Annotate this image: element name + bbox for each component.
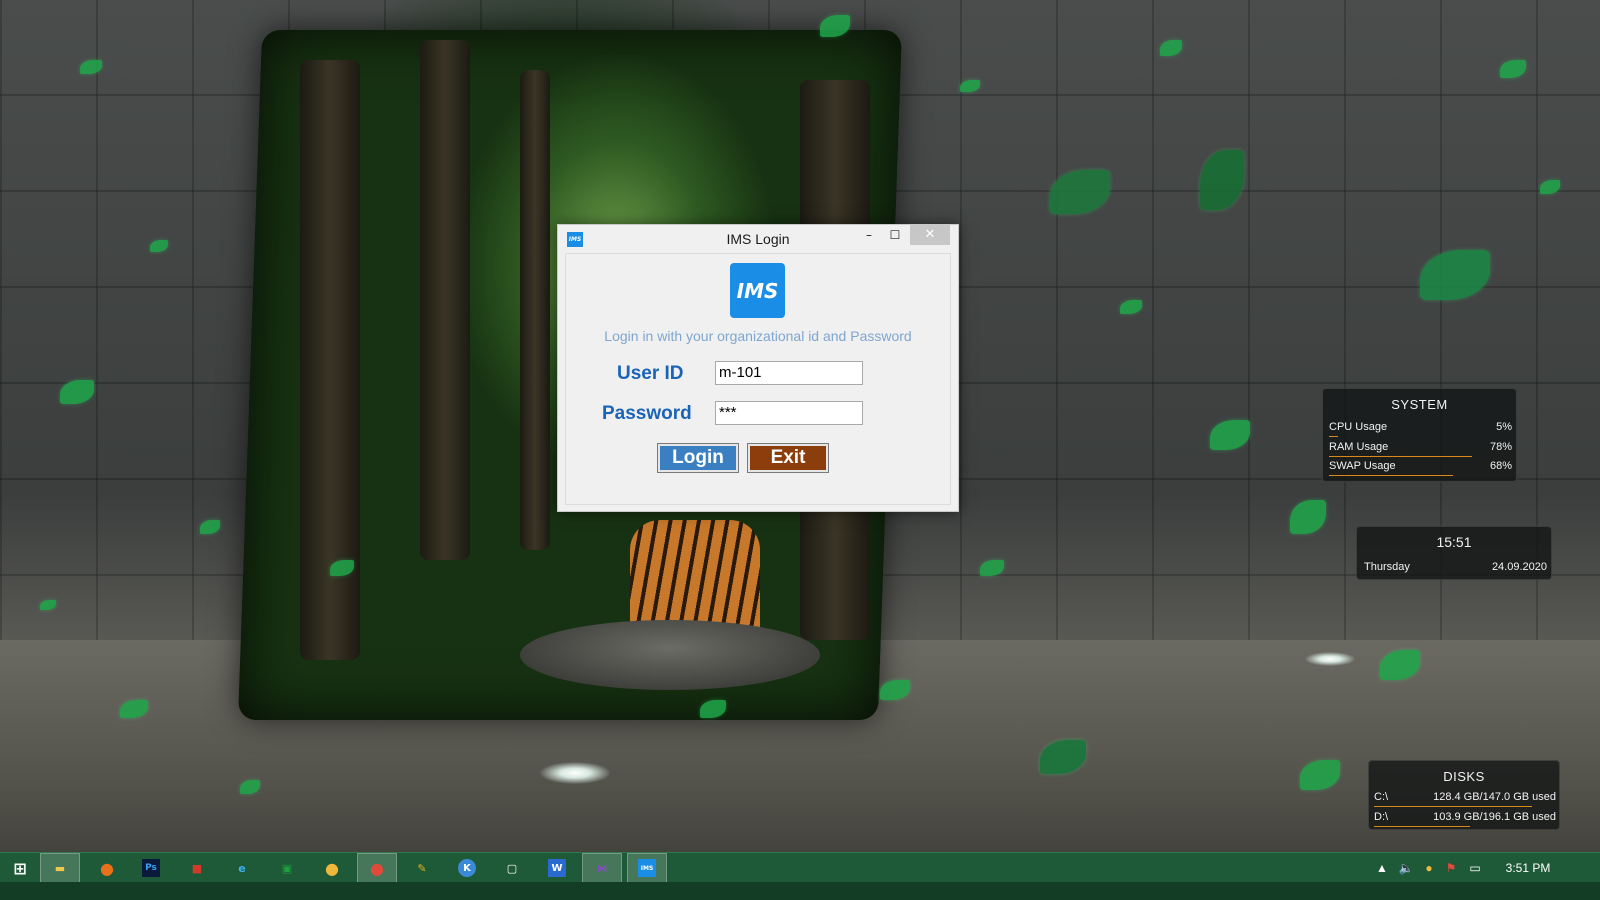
- user-id-label: User ID: [617, 363, 684, 384]
- taskbar-item-firefox[interactable]: ●: [87, 853, 127, 883]
- taskbar-item-ims-app[interactable]: IMS: [627, 853, 667, 883]
- window-app-icon: ▢: [506, 861, 518, 875]
- paint-icon: ✎: [417, 861, 427, 875]
- system-gadget-title: SYSTEM: [1391, 397, 1448, 412]
- cpu-usage-label: CPU Usage: [1329, 421, 1388, 433]
- taskbar-item-word[interactable]: W: [537, 853, 577, 883]
- ram-usage-value: 78%: [1489, 441, 1512, 453]
- disks-gadget: DISKS C:\ 128.4 GB/147.0 GB used D:\ 103…: [1368, 760, 1560, 830]
- exit-button[interactable]: Exit: [747, 443, 829, 473]
- disk-d-value: 103.9 GB/196.1 GB used: [1433, 811, 1556, 823]
- network-icon[interactable]: ▭: [1466, 853, 1484, 883]
- disk-d-row: D:\ 103.9 GB/196.1 GB used: [1374, 811, 1556, 827]
- excel-icon: ▣: [281, 861, 293, 875]
- k-app-icon: K: [458, 859, 476, 877]
- ram-usage-row: RAM Usage 78%: [1329, 441, 1512, 457]
- file-explorer-icon: ▬: [54, 861, 66, 875]
- cpu-usage-row: CPU Usage 5%: [1329, 421, 1512, 437]
- taskbar-item-excel[interactable]: ▣: [267, 853, 307, 883]
- internet-explorer-icon: e: [238, 861, 246, 875]
- colors-app-icon: ■: [191, 861, 203, 875]
- firefox-icon: ●: [100, 858, 114, 878]
- browser-tray-icon[interactable]: ●: [1420, 853, 1438, 883]
- disk-c-label: C:\: [1374, 791, 1389, 803]
- chrome-canary-icon: ●: [325, 858, 339, 878]
- taskbar-item-colors-app[interactable]: ■: [177, 853, 217, 883]
- taskbar-item-k-app[interactable]: K: [447, 853, 487, 883]
- taskbar-item-chrome[interactable]: ●: [357, 853, 397, 883]
- photoshop-icon: Ps: [142, 859, 160, 877]
- chrome-icon: ●: [370, 858, 384, 878]
- login-subtitle: Login in with your organizational id and…: [604, 328, 912, 344]
- taskbar: ⊞ ▬ ● Ps ■ e ▣ ● ● ✎ K ▢ W ⋈ IMS ▲ 🔈 ● ⚑ ▭ 3:51 PM: [0, 852, 1600, 883]
- swap-usage-label: SWAP Usage: [1329, 460, 1396, 472]
- password-input[interactable]: ***: [715, 401, 863, 425]
- tray-overflow-icon[interactable]: ▲: [1374, 853, 1390, 883]
- word-icon: W: [548, 859, 566, 877]
- taskbar-item-file-explorer[interactable]: ▬: [40, 853, 80, 883]
- login-window: IMS IMS Login – ☐ ✕ IMS Login in with yo…: [557, 224, 959, 512]
- clock-day: Thursday: [1364, 561, 1410, 573]
- rock: [520, 620, 820, 690]
- ims-app-icon: IMS: [638, 859, 656, 877]
- password-label: Password: [602, 403, 692, 424]
- swap-usage-bar: [1329, 475, 1454, 476]
- cpu-usage-bar: [1329, 436, 1339, 437]
- minimize-button[interactable]: –: [856, 225, 882, 245]
- taskbar-bottom-strip: [0, 882, 1600, 900]
- taskbar-item-photoshop[interactable]: Ps: [131, 853, 171, 883]
- close-button[interactable]: ✕: [910, 225, 950, 245]
- visual-studio-icon: ⋈: [596, 861, 608, 875]
- disk-c-bar: [1374, 806, 1533, 807]
- clock-time: 15:51: [1436, 534, 1472, 550]
- swap-usage-value: 68%: [1489, 460, 1512, 472]
- window-titlebar[interactable]: IMS IMS Login – ☐ ✕: [558, 225, 958, 253]
- ram-usage-label: RAM Usage: [1329, 441, 1389, 453]
- taskbar-item-start[interactable]: ⊞: [0, 853, 40, 883]
- disk-c-value: 128.4 GB/147.0 GB used: [1433, 791, 1556, 803]
- disk-c-row: C:\ 128.4 GB/147.0 GB used: [1374, 791, 1556, 807]
- user-id-input[interactable]: m-101: [715, 361, 863, 385]
- ram-usage-bar: [1329, 456, 1472, 457]
- ims-logo: IMS: [730, 263, 785, 318]
- clock-date: 24.09.2020: [1491, 561, 1547, 573]
- floor-light: [540, 762, 610, 784]
- taskbar-item-window-app[interactable]: ▢: [492, 853, 532, 883]
- cpu-usage-value: 5%: [1496, 421, 1512, 433]
- floor-light: [1305, 652, 1355, 666]
- tree-trunk: [520, 70, 550, 550]
- maximize-button[interactable]: ☐: [882, 225, 908, 245]
- taskbar-item-visual-studio[interactable]: ⋈: [582, 853, 622, 883]
- volume-icon[interactable]: 🔈: [1396, 853, 1416, 883]
- taskbar-clock[interactable]: 3:51 PM: [1500, 853, 1556, 883]
- start-icon: ⊞: [13, 858, 27, 878]
- disks-gadget-title: DISKS: [1443, 769, 1485, 784]
- tree-trunk: [420, 40, 470, 560]
- disk-d-bar: [1374, 826, 1471, 827]
- disk-d-label: D:\: [1374, 811, 1389, 823]
- taskbar-item-internet-explorer[interactable]: e: [222, 853, 262, 883]
- login-button[interactable]: Login: [657, 443, 739, 473]
- login-form: IMS Login in with your organizational id…: [565, 253, 951, 505]
- action-center-flag-icon[interactable]: ⚑: [1442, 853, 1460, 883]
- clock-gadget: 15:51 Thursday 24.09.2020: [1356, 526, 1552, 580]
- swap-usage-row: SWAP Usage 68%: [1329, 460, 1512, 476]
- taskbar-item-paint[interactable]: ✎: [402, 853, 442, 883]
- taskbar-item-chrome-canary[interactable]: ●: [312, 853, 352, 883]
- system-gadget: SYSTEM CPU Usage 5% RAM Usage 78% SWAP U…: [1322, 388, 1517, 482]
